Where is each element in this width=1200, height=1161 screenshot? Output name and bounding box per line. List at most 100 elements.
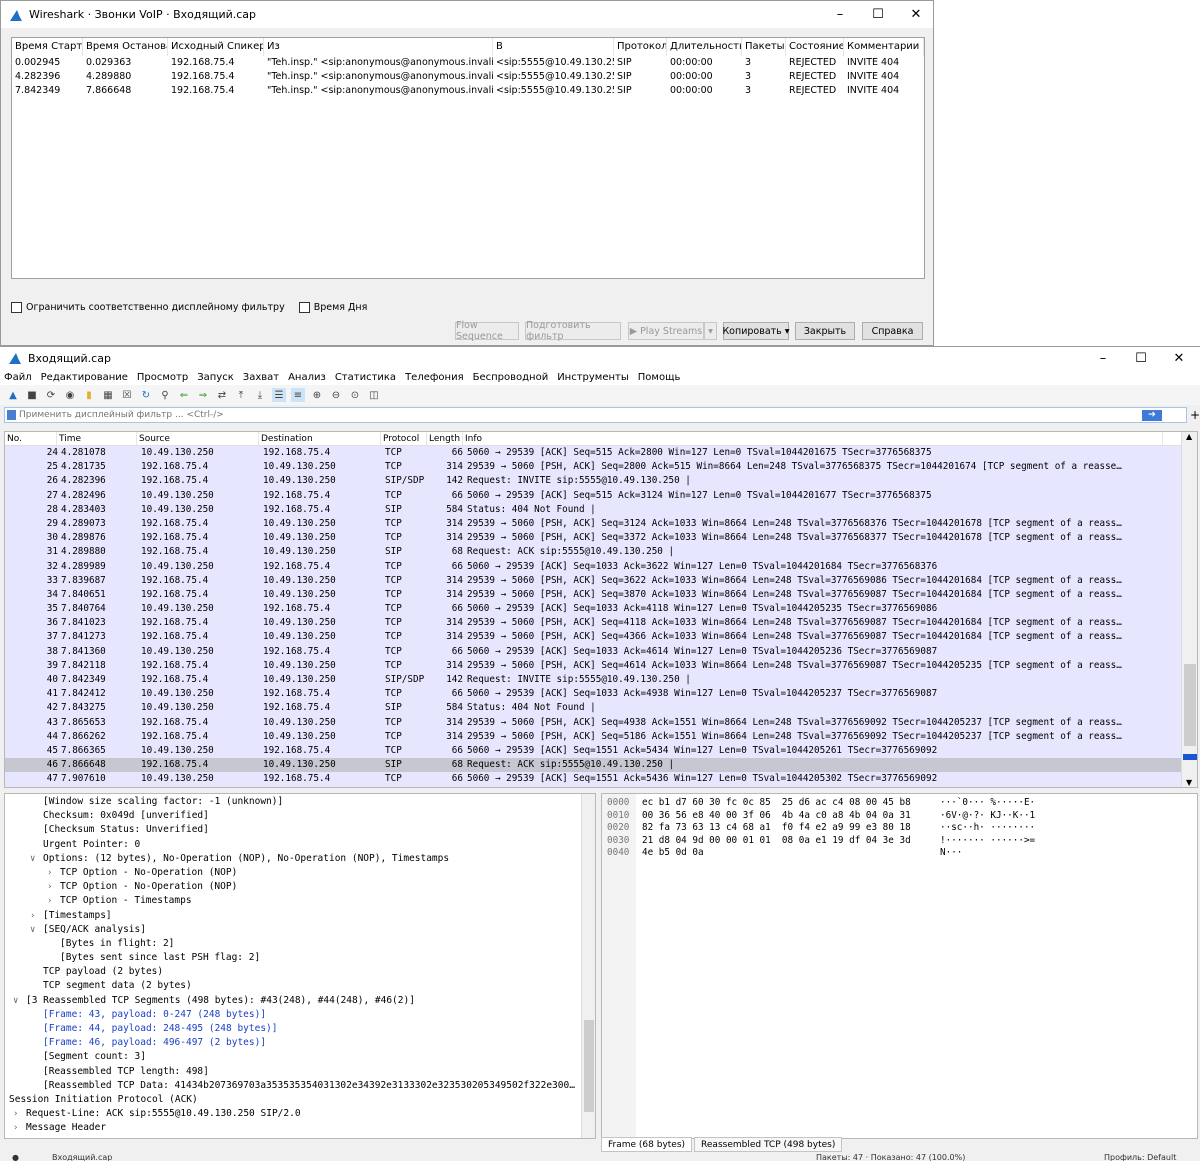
calls-column-header[interactable]: Время Старта [12, 38, 83, 56]
packet-row[interactable]: 36 7.841023 192.168.75.4 10.49.130.250 TCP 31… [5, 616, 1197, 631]
packet-row[interactable]: 25 4.281735 192.168.75.4 10.49.130.250 TCP 31… [5, 460, 1197, 475]
main-titlebar[interactable]: Входящий.cap – ☐ ✕ [0, 347, 1200, 369]
limit-filter-checkbox[interactable] [11, 302, 22, 313]
menu-item[interactable]: Файл [0, 372, 37, 383]
detail-row[interactable]: [Bytes sent since last PSH flag: 2] [5, 951, 595, 965]
detail-row[interactable]: [Bytes in flight: 2] [5, 937, 595, 951]
play-streams-dropdown[interactable]: ▾ [704, 322, 717, 340]
zoom-in-icon[interactable]: ⊕ [310, 388, 324, 402]
calls-column-header[interactable]: Комментарии [844, 38, 924, 56]
packet-column-header[interactable]: Destination [259, 432, 381, 445]
menu-item[interactable]: Статистика [331, 372, 401, 383]
bytes-tab[interactable]: Frame (68 bytes) [601, 1137, 693, 1152]
go-to-packet-icon[interactable]: ⇄ [215, 388, 229, 402]
detail-row[interactable]: › TCP Option - Timestamps [5, 894, 595, 908]
packet-row[interactable]: 43 7.865653 192.168.75.4 10.49.130.250 TCP 31… [5, 715, 1197, 730]
packet-list-scrollbar[interactable]: ▲ ▼ [1181, 432, 1197, 787]
maximize-icon[interactable]: ☐ [859, 1, 897, 28]
first-packet-icon[interactable]: ⤒ [234, 388, 248, 402]
call-row[interactable]: 7.842349 7.866648 192.168.75.4 "Teh.insp." … [12, 84, 924, 98]
last-packet-icon[interactable]: ⤓ [253, 388, 267, 402]
detail-row[interactable]: Urgent Pointer: 0 [5, 838, 595, 852]
detail-row[interactable]: [Segment count: 3] [5, 1050, 595, 1064]
detail-row[interactable]: ∨ Options: (12 bytes), No-Operation (NOP)… [5, 852, 595, 866]
packet-row[interactable]: 41 7.842412 10.49.130.250 192.168.75.4 TCP 66… [5, 687, 1197, 702]
hex-row[interactable]: 0040 4e b5 0d 0a N··· [602, 846, 1182, 860]
display-filter-input[interactable] [5, 408, 1186, 422]
call-row[interactable]: 4.282396 4.289880 192.168.75.4 "Teh.insp." … [12, 70, 924, 84]
calls-column-header[interactable]: В [493, 38, 614, 56]
find-packet-icon[interactable]: ⚲ [158, 388, 172, 402]
packet-row[interactable]: 39 7.842118 192.168.75.4 10.49.130.250 TCP 31… [5, 658, 1197, 673]
expanded-chevron-icon[interactable]: ∨ [30, 852, 35, 866]
play-streams-button[interactable]: ▶ Play Streams [628, 322, 704, 340]
packet-row[interactable]: 46 7.866648 192.168.75.4 10.49.130.250 SIP 68… [5, 758, 1197, 773]
packet-row[interactable]: 35 7.840764 10.49.130.250 192.168.75.4 TCP 66… [5, 602, 1197, 617]
prepare-filter-button[interactable]: Подготовить фильтр [525, 320, 621, 342]
detail-row[interactable]: TCP payload (2 bytes) [5, 965, 595, 979]
close-icon[interactable]: ✕ [1160, 347, 1198, 369]
menu-item[interactable]: Помощь [634, 372, 686, 383]
packet-column-header[interactable]: Info [463, 432, 1163, 445]
packet-row[interactable]: 27 4.282496 10.49.130.250 192.168.75.4 TCP 66… [5, 488, 1197, 503]
help-button[interactable]: Справка [862, 322, 923, 340]
zoom-out-icon[interactable]: ⊖ [329, 388, 343, 402]
maximize-icon[interactable]: ☐ [1122, 347, 1160, 369]
status-ready-icon[interactable]: ● [12, 1153, 19, 1161]
packet-column-header[interactable]: Length [427, 432, 463, 445]
calls-column-header[interactable]: Протокол [614, 38, 667, 56]
copy-button[interactable]: Копировать ▾ [722, 322, 790, 340]
detail-row[interactable]: ∨ [SEQ/ACK analysis] [5, 923, 595, 937]
detail-row[interactable]: Checksum: 0x049d [unverified] [5, 809, 595, 823]
voip-titlebar[interactable]: Wireshark · Звонки VoIP · Входящий.cap –… [1, 1, 933, 28]
packet-row[interactable]: 26 4.282396 192.168.75.4 10.49.130.250 SIP/S… [5, 474, 1197, 489]
detail-row[interactable]: [Window size scaling factor: -1 (unknown… [5, 795, 595, 809]
go-back-icon[interactable]: ⇐ [177, 388, 191, 402]
open-file-icon[interactable]: ▮ [82, 388, 96, 402]
collapsed-chevron-icon[interactable]: › [47, 880, 52, 894]
packet-row[interactable]: 33 7.839687 192.168.75.4 10.49.130.250 TCP 31… [5, 573, 1197, 588]
collapsed-chevron-icon[interactable]: › [30, 909, 35, 923]
calls-column-header[interactable]: Пакеты [742, 38, 786, 56]
stop-capture-icon[interactable]: ■ [25, 388, 39, 402]
scrollbar-thumb[interactable] [1184, 664, 1196, 746]
packet-column-header[interactable]: Protocol [381, 432, 427, 445]
scroll-down-icon[interactable]: ▼ [1186, 778, 1192, 787]
detail-row[interactable]: [Checksum Status: Unverified] [5, 823, 595, 837]
scrollbar-thumb[interactable] [584, 1020, 594, 1112]
colorize-icon[interactable]: ≡ [291, 388, 305, 402]
detail-row[interactable]: ∨ [3 Reassembled TCP Segments (498 bytes)… [5, 994, 595, 1008]
minimize-icon[interactable]: – [821, 1, 859, 28]
calls-column-header[interactable]: Состояние [786, 38, 844, 56]
calls-column-header[interactable]: Время Останова [83, 38, 168, 56]
go-forward-icon[interactable]: ⇒ [196, 388, 210, 402]
detail-row[interactable]: [Frame: 43, payload: 0-247 (248 bytes)] [5, 1008, 595, 1022]
packet-row[interactable]: 30 4.289876 192.168.75.4 10.49.130.250 TCP 31… [5, 531, 1197, 546]
detail-row[interactable]: TCP segment data (2 bytes) [5, 979, 595, 993]
detail-row[interactable]: [Reassembled TCP length: 498] [5, 1065, 595, 1079]
packet-column-header[interactable]: Time [57, 432, 137, 445]
apply-filter-arrow-icon[interactable]: ➔ [1142, 410, 1162, 421]
start-capture-icon[interactable]: ▲ [6, 388, 20, 402]
packet-row[interactable]: 32 4.289989 10.49.130.250 192.168.75.4 TCP 66… [5, 559, 1197, 574]
menu-item[interactable]: Инструменты [553, 372, 634, 383]
details-scrollbar[interactable] [581, 794, 595, 1138]
bytes-tab[interactable]: Reassembled TCP (498 bytes) [694, 1137, 843, 1152]
flow-sequence-button[interactable]: Flow Sequence [455, 320, 519, 342]
call-row[interactable]: 0.002945 0.029363 192.168.75.4 "Teh.insp." … [12, 56, 924, 70]
collapsed-chevron-icon[interactable]: › [47, 894, 52, 908]
detail-row[interactable]: › Message Header [5, 1121, 595, 1135]
packet-row[interactable]: 24 4.281078 10.49.130.250 192.168.75.4 TCP 66… [5, 446, 1197, 461]
autoscroll-icon[interactable]: ☰ [272, 388, 286, 402]
detail-row[interactable]: [Reassembled TCP Data: 41434b207369703a3… [5, 1079, 595, 1093]
detail-row[interactable]: › TCP Option - No-Operation (NOP) [5, 866, 595, 880]
menu-item[interactable]: Беспроводной [469, 372, 554, 383]
packet-row[interactable]: 29 4.289073 192.168.75.4 10.49.130.250 TCP 31… [5, 516, 1197, 532]
close-icon[interactable]: ✕ [897, 1, 935, 28]
close-file-icon[interactable]: ☒ [120, 388, 134, 402]
detail-row[interactable]: [Frame: 44, payload: 248-495 (248 bytes)… [5, 1022, 595, 1036]
detail-row[interactable]: [Frame: 46, payload: 496-497 (2 bytes)] [5, 1036, 595, 1050]
menu-item[interactable]: Анализ [284, 372, 331, 383]
minimize-icon[interactable]: – [1084, 347, 1122, 369]
menu-item[interactable]: Запуск [193, 372, 239, 383]
